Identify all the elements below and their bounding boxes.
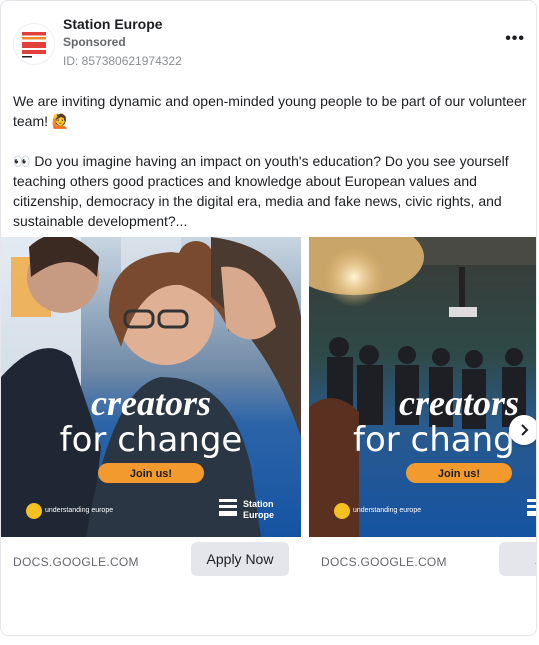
partner-text-1: understanding europe: [45, 507, 113, 514]
post-header: Station Europe Sponsored ID: 85738062197…: [13, 15, 533, 75]
body-paragraph-1: We are inviting dynamic and open-minded …: [13, 93, 527, 129]
apply-now-button-2[interactable]: App: [499, 542, 536, 576]
sponsored-post: Station Europe Sponsored ID: 85738062197…: [0, 0, 537, 636]
join-us-text-1: Join us!: [130, 468, 172, 480]
brand-europe-1: Europe: [243, 510, 274, 520]
carousel-card-1[interactable]: creators for change Join us! understandi…: [1, 237, 301, 577]
post-body: We are inviting dynamic and open-minded …: [13, 91, 531, 231]
headline-creators-1: creators: [91, 383, 211, 423]
link-domain-2: DOCS.GOOGLE.COM: [321, 555, 447, 569]
headline-change-2: for chang: [353, 420, 515, 460]
understanding-europe-logo-1: [26, 503, 42, 519]
headline-creators-2: creators: [399, 383, 519, 423]
carousel-image-1[interactable]: creators for change Join us! understandi…: [1, 237, 301, 537]
headline-change-1: for change: [60, 420, 243, 460]
ad-carousel: creators for change Join us! understandi…: [1, 237, 536, 587]
understanding-europe-logo-2: [334, 503, 350, 519]
link-domain-1: DOCS.GOOGLE.COM: [13, 555, 139, 569]
more-options-icon[interactable]: •••: [505, 31, 525, 47]
ad-id: ID: 857380621974322: [63, 54, 182, 68]
carousel-card-2[interactable]: creators for chang Join us! understandin…: [309, 237, 536, 577]
page-avatar[interactable]: [13, 23, 55, 65]
carousel-image-2[interactable]: creators for chang Join us! understandin…: [309, 237, 536, 537]
brand-station-1: Station: [243, 499, 274, 509]
carousel-next-button[interactable]: [509, 415, 536, 445]
sponsored-label: Sponsored: [63, 35, 126, 49]
apply-now-button-1[interactable]: Apply Now: [191, 542, 289, 576]
station-europe-mark-1: [219, 499, 237, 516]
chevron-right-icon: [521, 424, 529, 436]
join-us-text-2: Join us!: [438, 468, 480, 480]
page-name[interactable]: Station Europe: [63, 16, 163, 32]
body-paragraph-2: 👀 Do you imagine having an impact on you…: [13, 153, 509, 229]
station-europe-logo: [22, 32, 46, 58]
partner-text-2: understanding europe: [353, 507, 421, 514]
station-europe-mark-2: [527, 499, 536, 516]
